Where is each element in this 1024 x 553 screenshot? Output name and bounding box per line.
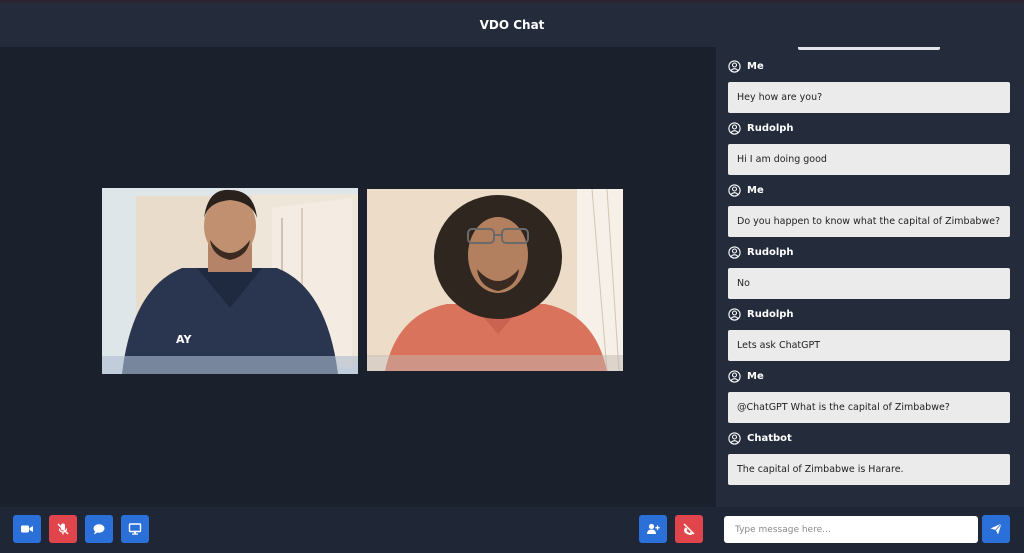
message-bubble: No bbox=[728, 268, 1010, 299]
video-tile-2 bbox=[367, 189, 623, 371]
message-bubble: Lets ask ChatGPT bbox=[728, 330, 1010, 361]
app-header: VDO Chat bbox=[0, 3, 1024, 47]
add-user-icon bbox=[647, 523, 660, 534]
sender-name: Me bbox=[747, 184, 764, 196]
sender-name: Rudolph bbox=[747, 246, 794, 258]
send-button[interactable] bbox=[982, 515, 1010, 543]
user-circle-icon bbox=[728, 431, 741, 445]
message-input[interactable] bbox=[724, 516, 978, 543]
chat-panel: Me Hey how are you? Rudolph Hi I am doin… bbox=[716, 47, 1024, 553]
user-circle-icon bbox=[728, 369, 741, 383]
participant-video-feed bbox=[367, 189, 623, 371]
participant-video-feed: AY bbox=[102, 188, 358, 374]
send-paper-plane-icon bbox=[990, 523, 1002, 535]
svg-text:AY: AY bbox=[176, 333, 192, 346]
message-sender: Me bbox=[728, 58, 764, 74]
message-sender: Me bbox=[728, 368, 764, 384]
message-bubble: @ChatGPT What is the capital of Zimbabwe… bbox=[728, 392, 1010, 423]
mic-toggle-button[interactable] bbox=[49, 515, 77, 543]
screen-share-button[interactable] bbox=[121, 515, 149, 543]
sender-name: Me bbox=[747, 370, 764, 382]
user-circle-icon bbox=[728, 183, 741, 197]
sender-name: Me bbox=[747, 60, 764, 72]
message-bubble: Hi I am doing good bbox=[728, 144, 1010, 175]
message-composer bbox=[716, 507, 1024, 553]
message-sender: Me bbox=[728, 182, 764, 198]
chat-toggle-button[interactable] bbox=[85, 515, 113, 543]
camera-toggle-button[interactable] bbox=[13, 515, 41, 543]
user-circle-icon bbox=[728, 121, 741, 135]
app-title: VDO Chat bbox=[479, 18, 545, 32]
video-camera-icon bbox=[21, 525, 33, 533]
message-bubble: The capital of Zimbabwe is Harare. bbox=[728, 454, 1010, 485]
app-window: VDO Chat AY Me Hey how are you? Rudolph … bbox=[0, 0, 1024, 553]
sender-name: Rudolph bbox=[747, 308, 794, 320]
video-tile-1: AY bbox=[102, 188, 358, 374]
monitor-screen-share-icon bbox=[128, 523, 142, 535]
call-controls-bar bbox=[0, 507, 716, 553]
user-circle-icon bbox=[728, 59, 741, 73]
end-call-button[interactable] bbox=[675, 515, 703, 543]
user-circle-icon bbox=[728, 307, 741, 321]
message-sender: Rudolph bbox=[728, 306, 794, 322]
message-bubble: Hey how are you? bbox=[728, 82, 1010, 113]
sender-name: Rudolph bbox=[747, 122, 794, 134]
message-sender: Rudolph bbox=[728, 120, 794, 136]
message-sender: Rudolph bbox=[728, 244, 794, 260]
chat-bubble-icon bbox=[93, 524, 105, 535]
add-participant-button[interactable] bbox=[639, 515, 667, 543]
user-circle-icon bbox=[728, 245, 741, 259]
sender-name: Chatbot bbox=[747, 432, 792, 444]
message-sender: Chatbot bbox=[728, 430, 792, 446]
end-call-icon bbox=[683, 523, 695, 535]
chat-scroll-indicator bbox=[798, 47, 940, 50]
microphone-off-icon bbox=[57, 523, 69, 535]
message-bubble: Do you happen to know what the capital o… bbox=[728, 206, 1010, 237]
